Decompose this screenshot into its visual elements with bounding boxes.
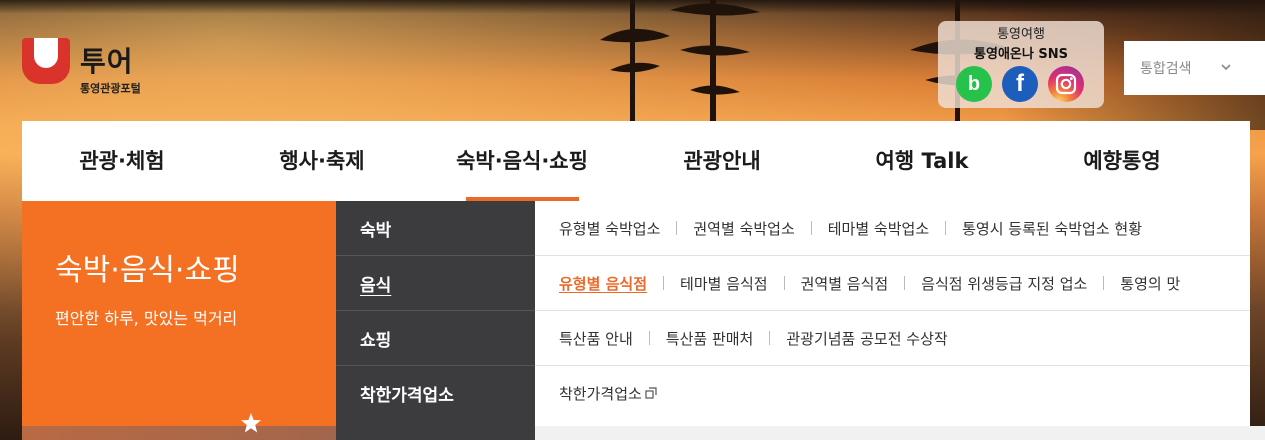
bottom-strip xyxy=(535,426,1265,440)
submenu-row-good-price: 착한가격업소 xyxy=(535,366,1250,420)
submenu-link-active[interactable]: 유형별 음식점 xyxy=(559,273,647,294)
submenu-link[interactable]: 테마별 숙박업소 xyxy=(828,218,929,239)
sns-box: 통영여행 통영애온나 SNS b f xyxy=(938,21,1104,108)
category-label: 숙박 xyxy=(360,221,392,241)
submenu-link[interactable]: 특산품 안내 xyxy=(559,328,633,349)
nav-item-stay-food-shopping[interactable]: 숙박·음식·쇼핑 xyxy=(422,121,622,201)
submenu-link[interactable]: 권역별 숙박업소 xyxy=(693,218,794,239)
submenu-link[interactable]: 착한가격업소 xyxy=(559,383,642,404)
nav-item-events[interactable]: 행사·축제 xyxy=(222,121,422,201)
category-item-good-price[interactable]: 착한가격업소 xyxy=(336,366,535,420)
category-label: 음식 xyxy=(360,276,392,296)
category-item-food[interactable]: 음식 xyxy=(336,256,535,311)
star-icon xyxy=(241,413,261,433)
chevron-down-icon xyxy=(1221,64,1231,71)
category-item-stay[interactable]: 숙박 xyxy=(336,201,535,256)
submenu-links: 유형별 숙박업소 권역별 숙박업소 테마별 숙박업소 통영시 등록된 숙박업소 … xyxy=(535,201,1250,426)
sns-subtitle: 통영애온나 SNS xyxy=(974,47,1068,62)
panel-bottom-strip xyxy=(22,426,336,440)
submenu-link[interactable]: 테마별 음식점 xyxy=(680,273,768,294)
category-label: 쇼핑 xyxy=(360,331,392,351)
section-description: 편안한 하루, 맛있는 먹거리 xyxy=(55,309,238,328)
logo-name: 투어 xyxy=(80,45,134,78)
submenu-link[interactable]: 통영의 맛 xyxy=(1120,273,1180,294)
nav-item-art-tongyeong[interactable]: 예향통영 xyxy=(1022,121,1222,201)
submenu-link[interactable]: 유형별 숙박업소 xyxy=(559,218,660,239)
submenu-row-stay: 유형별 숙박업소 권역별 숙박업소 테마별 숙박업소 통영시 등록된 숙박업소 … xyxy=(535,201,1250,256)
section-intro-panel: 숙박·음식·쇼핑 편안한 하루, 맛있는 먹거리 xyxy=(22,201,336,440)
u-tour-logo-icon xyxy=(22,38,70,84)
external-link-icon xyxy=(645,387,657,399)
submenu-link[interactable]: 특산품 판매처 xyxy=(666,328,754,349)
nav-item-tour-info[interactable]: 관광안내 xyxy=(622,121,822,201)
section-title: 숙박·음식·쇼핑 xyxy=(55,253,240,288)
nav-item-travel-talk[interactable]: 여행 Talk xyxy=(822,121,1022,201)
submenu-link[interactable]: 권역별 음식점 xyxy=(801,273,889,294)
search-label: 통합검색 xyxy=(1140,61,1192,77)
instagram-icon[interactable] xyxy=(1048,66,1084,102)
submenu-row-shopping: 특산품 안내 특산품 판매처 관광기념품 공모전 수상작 xyxy=(535,311,1250,366)
submenu-link[interactable]: 관광기념품 공모전 수상작 xyxy=(786,328,947,349)
logo-subtitle: 통영관광포털 xyxy=(80,82,141,95)
category-label: 착한가격업소 xyxy=(360,386,454,406)
submenu-row-food: 유형별 음식점 테마별 음식점 권역별 음식점 음식점 위생등급 지정 업소 통… xyxy=(535,256,1250,311)
category-column: 숙박 음식 쇼핑 착한가격업소 xyxy=(336,201,535,440)
blog-icon[interactable]: b xyxy=(956,66,992,102)
main-nav: 관광·체험 행사·축제 숙박·음식·쇼핑 관광안내 여행 Talk 예향통영 xyxy=(22,121,1250,201)
site-logo[interactable]: 투어 통영관광포털 xyxy=(22,38,162,100)
sns-title: 통영여행 xyxy=(997,27,1045,42)
submenu-link[interactable]: 통영시 등록된 숙박업소 현황 xyxy=(962,218,1142,239)
nav-item-tourism[interactable]: 관광·체험 xyxy=(22,121,222,201)
submenu-link[interactable]: 음식점 위생등급 지정 업소 xyxy=(921,273,1087,294)
unified-search-dropdown[interactable]: 통합검색 xyxy=(1124,41,1265,95)
category-item-shopping[interactable]: 쇼핑 xyxy=(336,311,535,366)
facebook-icon[interactable]: f xyxy=(1002,66,1038,102)
